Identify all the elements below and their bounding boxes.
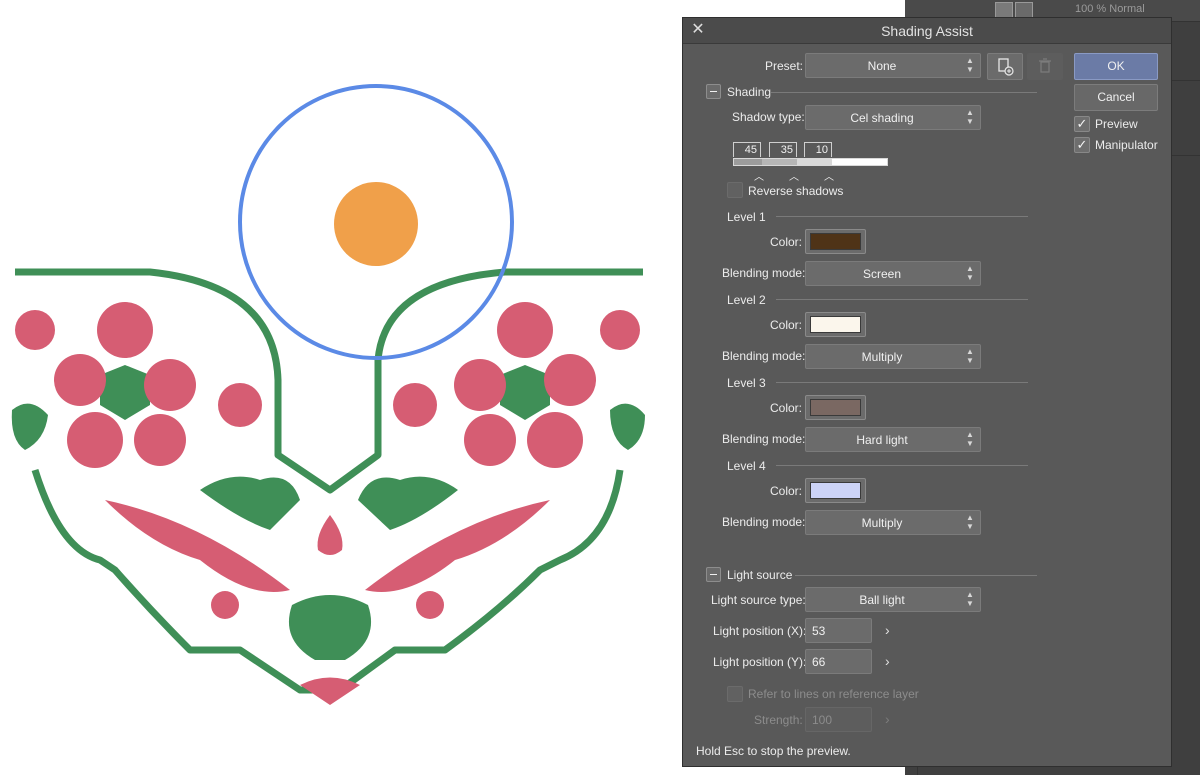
footer-hint: Hold Esc to stop the preview.: [696, 744, 851, 758]
spinner-icon: ▲ ▼: [966, 590, 974, 608]
refer-lines-checkbox[interactable]: [727, 686, 743, 702]
add-preset-icon: [998, 58, 1014, 76]
level-4-blend-label: Blending mode:: [722, 515, 806, 529]
section-divider: [776, 382, 1028, 383]
shading-assist-dialog: ✕ Shading Assist Preset: None ▲ ▼ OK Canc…: [682, 17, 1172, 767]
preset-value: None: [867, 59, 897, 73]
level-2-blend-label: Blending mode:: [722, 349, 806, 363]
color-swatch: [810, 399, 861, 416]
shadow-type-value: Cel shading: [850, 111, 914, 125]
threshold-gradient-bar[interactable]: [733, 158, 888, 166]
refer-lines-label: Refer to lines on reference layer: [748, 687, 919, 701]
level-2-blend-select[interactable]: Multiply ▲ ▼: [805, 344, 981, 369]
spinner-icon: ▲ ▼: [966, 513, 974, 531]
spinner-icon: ▲ ▼: [966, 108, 974, 126]
level-3-blend-label: Blending mode:: [722, 432, 806, 446]
manipulator-checkbox[interactable]: ✓: [1074, 137, 1090, 153]
dialog-titlebar[interactable]: ✕ Shading Assist: [683, 18, 1171, 44]
threshold-2-handle[interactable]: ︿: [789, 168, 799, 183]
section-divider: [776, 216, 1028, 217]
save-preset-button[interactable]: [987, 53, 1023, 80]
color-swatch: [810, 482, 861, 499]
manipulator-label: Manipulator: [1095, 138, 1158, 152]
light-source-type-select[interactable]: Ball light ▲ ▼: [805, 587, 981, 612]
light-position-y-slider-arrow-icon[interactable]: ›: [885, 653, 890, 669]
spinner-icon: ▲ ▼: [966, 430, 974, 448]
delete-preset-button[interactable]: [1027, 53, 1063, 80]
shadow-type-select[interactable]: Cel shading ▲ ▼: [805, 105, 981, 130]
spinner-icon: ▲ ▼: [966, 264, 974, 282]
level-1-color-label: Color:: [770, 235, 803, 249]
level-2-title: Level 2: [727, 293, 766, 307]
layer-mask-thumbnail: [1015, 2, 1033, 18]
trash-icon: [1039, 58, 1051, 73]
light-position-y-label: Light position (Y):: [713, 655, 807, 669]
threshold-2-value: 35: [769, 142, 797, 157]
ornament-leaves: [11, 365, 645, 660]
ok-button[interactable]: OK: [1074, 53, 1158, 80]
level-3-blend-value: Hard light: [856, 433, 908, 447]
strength-label: Strength:: [754, 713, 803, 727]
layer-blend-info: 100 % Normal: [1075, 3, 1145, 15]
shading-section-title: Shading: [727, 85, 772, 99]
shadow-type-label: Shadow type:: [732, 110, 805, 124]
level-4-color-button[interactable]: [805, 478, 866, 503]
light-position-x-slider-arrow-icon[interactable]: ›: [885, 622, 890, 638]
preset-select[interactable]: None ▲ ▼: [805, 53, 981, 78]
section-divider: [776, 465, 1028, 466]
level-2-color-button[interactable]: [805, 312, 866, 337]
level-2-color-label: Color:: [770, 318, 803, 332]
threshold-3-handle[interactable]: ︿: [824, 168, 834, 183]
strength-slider-arrow-icon[interactable]: ›: [885, 711, 890, 727]
level-1-blend-select[interactable]: Screen ▲ ▼: [805, 261, 981, 286]
section-divider: [776, 299, 1028, 300]
level-4-blend-select[interactable]: Multiply ▲ ▼: [805, 510, 981, 535]
spinner-icon: ▲ ▼: [966, 56, 974, 74]
dialog-title: Shading Assist: [881, 23, 973, 39]
light-source-type-label: Light source type:: [711, 593, 806, 607]
light-source-section-title: Light source: [727, 568, 793, 582]
cancel-button[interactable]: Cancel: [1074, 84, 1158, 111]
threshold-1-handle[interactable]: ︿: [754, 168, 764, 183]
threshold-3-value: 10: [804, 142, 832, 157]
level-1-blend-value: Screen: [862, 267, 902, 281]
level-3-color-button[interactable]: [805, 395, 866, 420]
level-1-blend-label: Blending mode:: [722, 266, 806, 280]
level-1-color-button[interactable]: [805, 229, 866, 254]
level-2-blend-value: Multiply: [861, 350, 903, 364]
level-1-title: Level 1: [727, 210, 766, 224]
spinner-icon: ▲ ▼: [966, 347, 974, 365]
light-position-x-label: Light position (X):: [713, 624, 807, 638]
section-divider: [795, 575, 1037, 576]
strength-input[interactable]: 100: [805, 707, 872, 732]
reverse-shadows-checkbox[interactable]: [727, 182, 743, 198]
app-window: 100 % Normal ✕ Shading Assist Preset: No…: [0, 0, 1200, 775]
color-swatch: [810, 316, 861, 333]
light-position-y-input[interactable]: 66: [805, 649, 872, 674]
preview-label: Preview: [1095, 117, 1138, 131]
light-source-ball[interactable]: [334, 182, 418, 266]
light-position-x-input[interactable]: 53: [805, 618, 872, 643]
level-4-blend-value: Multiply: [861, 516, 903, 530]
level-4-title: Level 4: [727, 459, 766, 473]
light-source-type-value: Ball light: [859, 593, 905, 607]
shading-collapse-toggle[interactable]: [706, 84, 721, 99]
level-3-color-label: Color:: [770, 401, 803, 415]
preset-label: Preset:: [765, 59, 804, 73]
preview-checkbox[interactable]: ✓: [1074, 116, 1090, 132]
level-4-color-label: Color:: [770, 484, 803, 498]
level-3-blend-select[interactable]: Hard light ▲ ▼: [805, 427, 981, 452]
threshold-1-value: 45: [733, 142, 761, 157]
level-3-title: Level 3: [727, 376, 766, 390]
reverse-shadows-label: Reverse shadows: [748, 184, 844, 198]
layer-thumbnail: [995, 2, 1013, 18]
light-source-collapse-toggle[interactable]: [706, 567, 721, 582]
section-divider: [771, 92, 1037, 93]
color-swatch: [810, 233, 861, 250]
